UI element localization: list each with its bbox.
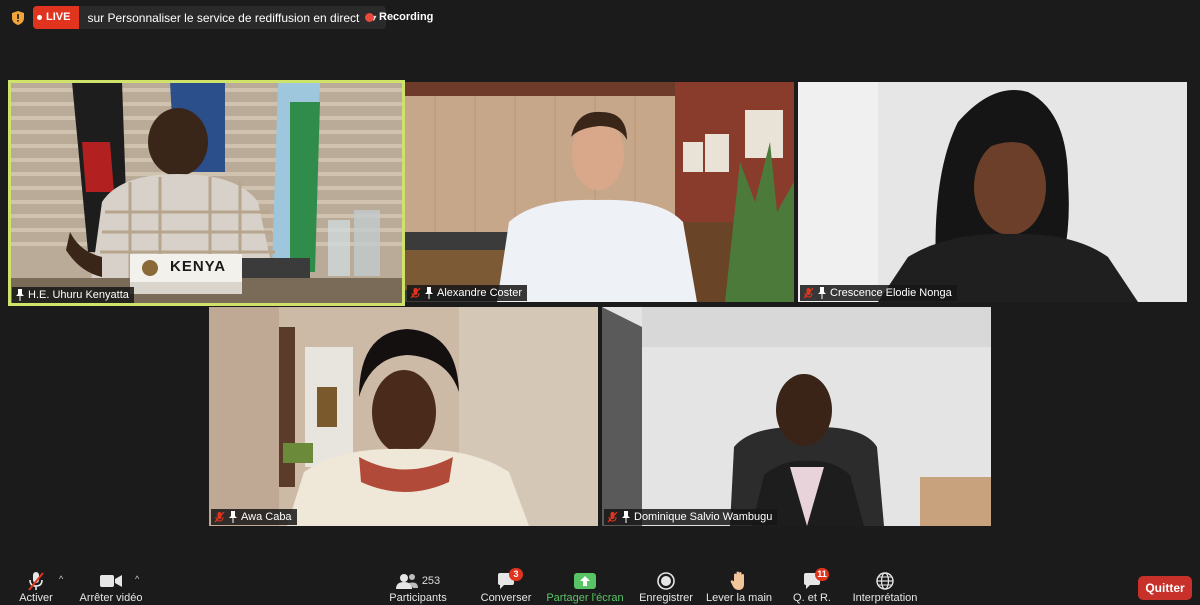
participant-video-nonga [798, 82, 1187, 302]
qa-badge: 11 [815, 568, 829, 581]
video-tile-kenyatta[interactable]: KENYA H.E. Uhuru Kenyatta [8, 80, 405, 306]
chat-label: Converser [480, 592, 532, 604]
record-icon [657, 572, 675, 590]
stop-video-label: Arrêter vidéo [79, 592, 143, 604]
video-options-chevron-icon[interactable]: ^ [135, 574, 139, 584]
muted-microphone-icon [28, 572, 44, 591]
participant-label: Awa Caba [211, 509, 297, 525]
participant-label: Crescence Elodie Nonga [800, 285, 957, 301]
interpretation-button[interactable]: Interprétation [848, 566, 922, 605]
share-screen-button[interactable]: Partager l'écran [544, 566, 626, 605]
recording-indicator[interactable]: Recording [365, 11, 433, 23]
qa-button[interactable]: 11 Q. et R. [788, 566, 836, 605]
pin-icon [622, 511, 630, 523]
raise-hand-label: Lever la main [705, 592, 773, 604]
name-plate-text: KENYA [170, 258, 227, 275]
muted-microphone-icon [410, 287, 421, 299]
recording-label: Recording [379, 11, 434, 23]
participant-name: H.E. Uhuru Kenyatta [28, 289, 129, 301]
video-camera-icon [100, 575, 122, 587]
video-tile-nonga[interactable]: Crescence Elodie Nonga [798, 82, 1187, 302]
participant-name: Awa Caba [241, 511, 292, 523]
mute-label: Activer [19, 592, 53, 604]
participants-count: 253 [421, 575, 441, 587]
live-stream-text: sur Personnaliser le service de rediffus… [87, 10, 360, 25]
video-tile-wambugu[interactable]: Dominique Salvio Wambugu [602, 307, 991, 526]
stop-video-button[interactable]: Arrêter vidéo [78, 566, 144, 605]
video-tile-coster[interactable]: Alexandre Coster [405, 82, 794, 302]
video-tile-caba[interactable]: Awa Caba [209, 307, 598, 526]
pin-icon [425, 287, 433, 299]
record-label: Enregistrer [639, 592, 693, 604]
record-button[interactable]: Enregistrer [637, 566, 695, 605]
live-badge: LIVE [33, 6, 80, 29]
participants-icon [395, 574, 418, 589]
mute-options-chevron-icon[interactable]: ^ [59, 574, 63, 584]
participant-label: Dominique Salvio Wambugu [604, 509, 778, 525]
meeting-top-bar: LIVE sur Personnaliser le service de red… [0, 0, 1200, 36]
participant-video-caba [209, 307, 598, 526]
chat-badge: 3 [509, 568, 523, 581]
participant-video-wambugu [602, 307, 991, 526]
participant-video-coster [405, 82, 794, 302]
participant-label: H.E. Uhuru Kenyatta [12, 287, 134, 303]
mute-button[interactable]: Activer [8, 566, 64, 605]
participant-name: Dominique Salvio Wambugu [634, 511, 773, 523]
interpretation-label: Interprétation [852, 592, 918, 604]
live-stream-dropdown[interactable]: LIVE sur Personnaliser le service de red… [33, 6, 387, 29]
globe-icon [876, 572, 894, 590]
muted-microphone-icon [214, 511, 225, 523]
participants-label: Participants [389, 592, 447, 604]
participant-name: Crescence Elodie Nonga [830, 287, 952, 299]
share-screen-label: Partager l'écran [546, 592, 624, 604]
participant-label: Alexandre Coster [407, 285, 527, 301]
pin-icon [818, 287, 826, 299]
muted-microphone-icon [803, 287, 814, 299]
participant-name: Alexandre Coster [437, 287, 522, 299]
quit-button[interactable]: Quitter [1138, 576, 1192, 600]
chat-button[interactable]: 3 Converser [478, 566, 534, 605]
pin-icon [229, 511, 237, 523]
qa-label: Q. et R. [793, 592, 831, 604]
share-screen-icon [574, 573, 596, 589]
pin-icon [16, 289, 24, 301]
participants-button[interactable]: 253 Participants [386, 566, 450, 605]
raise-hand-icon [730, 571, 744, 590]
muted-microphone-icon [607, 511, 618, 523]
recording-dot-icon [365, 12, 374, 22]
raise-hand-button[interactable]: Lever la main [705, 566, 773, 605]
security-shield-icon[interactable] [11, 10, 25, 26]
meeting-toolbar: Activer ^ Arrêter vidéo ^ 253 Participan… [0, 566, 1200, 605]
